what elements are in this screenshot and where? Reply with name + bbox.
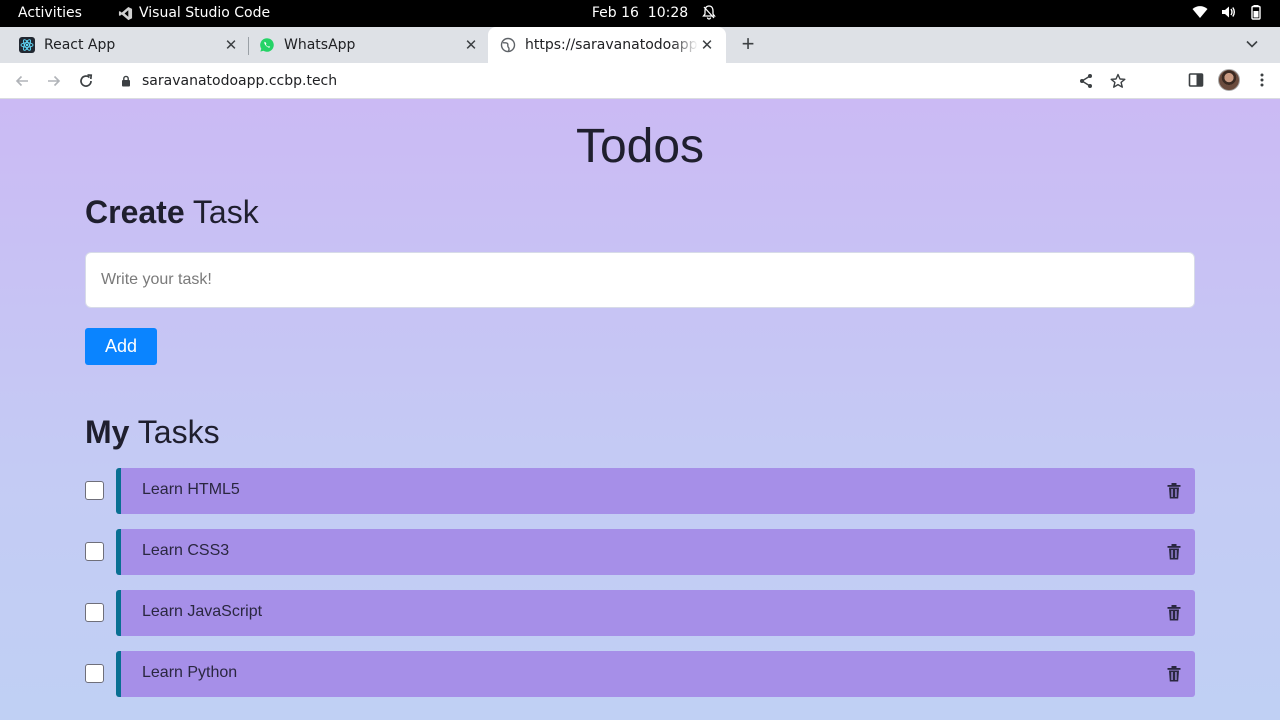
whatsapp-icon — [259, 37, 275, 53]
wifi-icon — [1192, 6, 1208, 19]
todo-item: Learn Python — [85, 651, 1195, 697]
todo-label-container[interactable]: Learn Python — [116, 651, 1195, 697]
address-bar[interactable]: saravanatodoapp.ccbp.tech — [110, 65, 1134, 97]
clock-date: Feb 16 — [591, 5, 639, 21]
react-icon — [19, 37, 35, 53]
todo-item: Learn HTML5 — [85, 468, 1195, 514]
kebab-menu-icon[interactable] — [1254, 72, 1270, 88]
vscode-icon — [118, 6, 133, 20]
profile-avatar[interactable] — [1218, 69, 1240, 91]
focused-app-name: Visual Studio Code — [139, 5, 271, 21]
create-task-heading: Create Task — [85, 194, 259, 231]
todo-app-page: Todos Create Task Add My Tasks Learn HTM… — [0, 99, 1280, 720]
todo-label: Learn JavaScript — [142, 603, 263, 620]
share-icon[interactable] — [1078, 73, 1094, 89]
notification-bell-icon — [702, 5, 716, 24]
my-tasks-heading: My Tasks — [85, 414, 220, 451]
todo-label-container[interactable]: Learn HTML5 — [116, 468, 1195, 514]
browser-tab-strip: React App ✕ WhatsApp ✕ https://saravanat… — [0, 27, 1280, 63]
page-title: Todos — [575, 120, 705, 173]
create-heading-rest: Task — [192, 194, 259, 230]
tab-close-icon[interactable]: ✕ — [462, 36, 480, 54]
todo-checkbox[interactable] — [85, 481, 104, 500]
browser-toolbar: saravanatodoapp.ccbp.tech — [0, 63, 1280, 99]
trash-icon[interactable] — [1167, 483, 1181, 499]
forward-arrow-icon[interactable] — [44, 71, 64, 91]
todo-label: Learn HTML5 — [142, 481, 240, 498]
my-heading-bold: My — [85, 414, 130, 450]
todo-checkbox[interactable] — [85, 603, 104, 622]
bookmark-star-icon[interactable] — [1110, 73, 1126, 89]
globe-icon — [500, 37, 516, 53]
browser-tab-whatsapp[interactable]: WhatsApp ✕ — [240, 27, 488, 63]
trash-icon[interactable] — [1167, 605, 1181, 621]
todo-item: Learn JavaScript — [85, 590, 1195, 636]
back-arrow-icon[interactable] — [12, 71, 32, 91]
system-tray[interactable] — [1192, 4, 1264, 20]
tab-title: WhatsApp — [284, 37, 356, 53]
trash-icon[interactable] — [1167, 544, 1181, 560]
battery-icon — [1251, 5, 1261, 20]
create-heading-bold: Create — [85, 194, 185, 230]
volume-icon — [1222, 6, 1235, 18]
task-input[interactable] — [85, 252, 1195, 308]
tab-title: React App — [44, 37, 116, 53]
focused-app-menu[interactable]: Visual Studio Code — [118, 5, 270, 21]
todo-item: Learn CSS3 — [85, 529, 1195, 575]
browser-tab-todo-app[interactable]: https://saravanatodoapp.ccbp.tech ✕ — [488, 27, 726, 63]
reload-icon[interactable] — [76, 71, 96, 91]
tab-close-icon[interactable]: ✕ — [222, 36, 240, 54]
activities-button[interactable]: Activities — [18, 5, 82, 21]
os-top-bar: Activities Visual Studio Code Feb 16 10:… — [0, 0, 1280, 27]
tab-search-chevron-down-icon[interactable] — [1244, 36, 1260, 52]
new-tab-plus-icon[interactable]: + — [738, 33, 758, 55]
browser-tab-react-app[interactable]: React App ✕ — [0, 27, 248, 63]
todo-label: Learn Python — [142, 664, 238, 681]
tab-title: https://saravanatodoapp.ccbp.tech — [525, 37, 698, 53]
lock-icon — [122, 75, 130, 87]
todo-label: Learn CSS3 — [142, 542, 230, 559]
side-panel-icon[interactable] — [1188, 72, 1204, 88]
todo-label-container[interactable]: Learn CSS3 — [116, 529, 1195, 575]
clock-time: 10:28 — [647, 5, 689, 21]
trash-icon[interactable] — [1167, 666, 1181, 682]
url-text: saravanatodoapp.ccbp.tech — [142, 73, 338, 89]
add-button[interactable]: Add — [85, 328, 157, 365]
todo-label-container[interactable]: Learn JavaScript — [116, 590, 1195, 636]
tab-close-icon[interactable]: ✕ — [698, 36, 716, 54]
my-heading-rest: Tasks — [137, 414, 220, 450]
todo-checkbox[interactable] — [85, 664, 104, 683]
todo-checkbox[interactable] — [85, 542, 104, 561]
